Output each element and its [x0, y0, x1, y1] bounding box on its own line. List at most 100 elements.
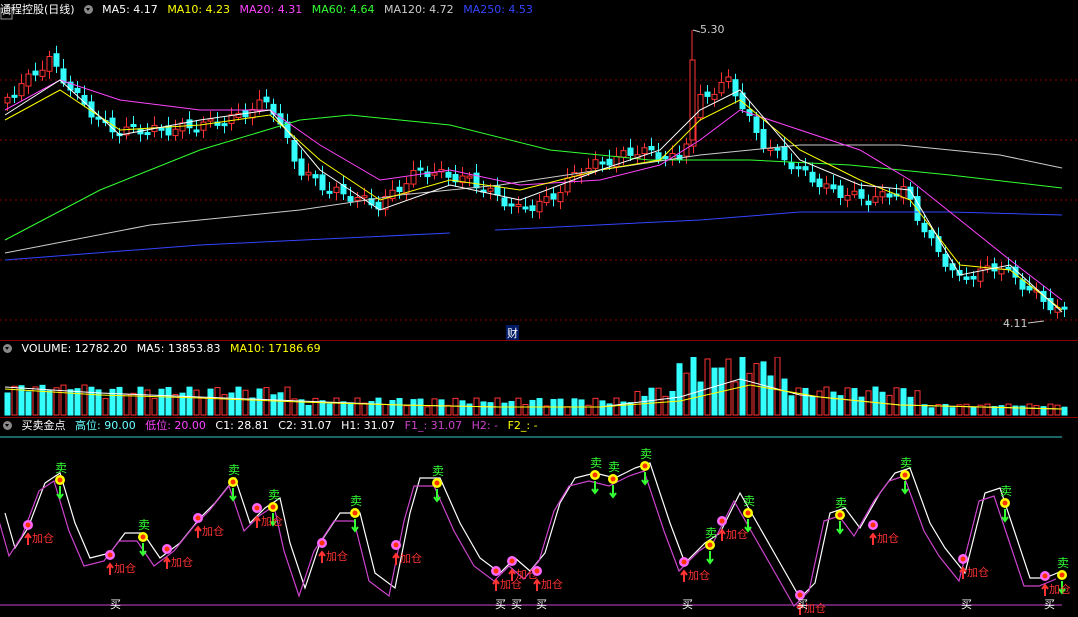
sell-signal-label: 卖	[743, 494, 755, 508]
volume-bar	[452, 397, 459, 416]
sell-signal-label: 卖	[835, 496, 847, 510]
candle-body	[298, 158, 305, 176]
volume-bar	[438, 399, 445, 416]
signal-dot-core	[140, 534, 146, 540]
signal-dot-core	[270, 504, 276, 510]
candle-body	[858, 189, 865, 199]
signal-dot-core	[393, 542, 399, 548]
volume-bar	[865, 390, 872, 416]
volume-chart[interactable]	[0, 357, 1078, 417]
candle-body	[879, 191, 886, 198]
indicator-menu-icon[interactable]	[3, 421, 12, 430]
low-pointer	[1027, 320, 1045, 324]
price-volume-separator	[0, 340, 1078, 341]
volume-label: VOLUME: 12782.20	[21, 342, 128, 355]
candle-body	[158, 127, 165, 131]
volume-bar	[144, 389, 151, 416]
volume-bar	[354, 397, 361, 416]
volume-bar	[193, 389, 200, 416]
signal-dot-core	[1002, 500, 1008, 506]
signal-dot-core	[1059, 572, 1065, 578]
candle-body	[1061, 306, 1068, 310]
add-arrow-icon	[253, 515, 261, 528]
signal-dot-core	[57, 477, 63, 483]
add-position-label: 加仓	[326, 549, 348, 563]
signal-dot-core	[230, 479, 236, 485]
volume-bar	[228, 392, 235, 416]
candle-body	[823, 183, 830, 189]
volume-bar	[872, 386, 879, 416]
signal-dot-core	[797, 592, 803, 598]
candle-body	[760, 129, 767, 149]
volume-bar	[445, 404, 452, 416]
signal-dot-core	[25, 522, 31, 528]
volume-bar	[914, 390, 921, 416]
volume-bar	[529, 399, 536, 416]
add-position-label: 加仓	[261, 514, 283, 528]
ma250-line	[4, 232, 451, 261]
add-arrow-icon	[1041, 583, 1049, 596]
candle-body	[74, 87, 81, 94]
buy-signal-label: 买	[495, 598, 506, 611]
indicator-low-label: 低位: 20.00	[145, 419, 206, 432]
candle-body	[970, 275, 977, 280]
candle-body	[774, 147, 781, 151]
maximize-icon[interactable]	[0, 7, 13, 20]
candle-body	[508, 203, 515, 207]
signal-dot-core	[870, 522, 876, 528]
volume-bar	[389, 399, 396, 416]
volume-menu-icon[interactable]	[3, 344, 12, 353]
add-position-label: 加仓	[1049, 582, 1071, 596]
candle-body	[466, 175, 473, 179]
indicator-header: 买卖金点 高位: 90.00 低位: 20.00 C1: 28.81 C2: 3…	[0, 419, 544, 433]
volume-bar	[200, 397, 207, 416]
sell-arrow-icon	[836, 521, 844, 535]
signal-dot-core	[592, 472, 598, 478]
finance-marker[interactable]: 财	[506, 325, 519, 341]
volume-bar	[886, 394, 893, 416]
volume-bar	[599, 400, 606, 416]
signal-dot-core	[745, 510, 751, 516]
volume-bar	[361, 402, 368, 416]
volume-bar	[949, 407, 956, 416]
candle-body	[207, 118, 214, 122]
signal-dot-core	[195, 515, 201, 521]
sell-signal-label: 卖	[705, 526, 717, 540]
sell-signal-label: 卖	[590, 456, 602, 470]
sell-arrow-icon	[229, 488, 237, 502]
add-arrow-icon	[194, 525, 202, 538]
ma250-line	[494, 211, 1063, 231]
volume-bar	[4, 392, 11, 416]
signal-dot-core	[493, 568, 499, 574]
indicator-f2-label: F2_: -	[507, 419, 538, 432]
candle-body	[333, 186, 340, 194]
candle-body	[522, 206, 529, 210]
volume-bar	[277, 392, 284, 416]
buy-sell-indicator-chart[interactable]: 卖卖卖卖 卖卖卖 卖卖卖卖 卖卖卖卖加仓加仓 加仓加仓加仓加仓 加仓加仓加仓加仓加仓加仓加…	[0, 433, 1078, 617]
sell-arrow-icon	[139, 543, 147, 557]
sell-signal-label: 卖	[350, 494, 362, 508]
price-indicator-menu-icon[interactable]	[83, 5, 93, 14]
candle-body	[186, 119, 193, 129]
volume-bar	[725, 358, 732, 416]
volume-bar	[487, 402, 494, 416]
add-position-label: 加仓	[202, 524, 224, 538]
indicator-c2-label: C2: 31.07	[278, 419, 332, 432]
candle-body	[648, 145, 655, 151]
volume-bar	[186, 386, 193, 416]
candlestick-chart[interactable]	[0, 20, 1078, 340]
candle-body	[795, 166, 802, 170]
price-low-label: 4.11	[1003, 317, 1028, 330]
volume-bar	[1040, 406, 1047, 416]
candle-body	[564, 177, 571, 193]
ma20-label: MA20: 4.31	[239, 3, 303, 16]
volume-bar	[326, 403, 333, 416]
volume-bar	[263, 387, 270, 416]
sell-arrow-icon	[641, 472, 649, 486]
candle-body	[53, 53, 60, 67]
volume-bar	[424, 406, 431, 416]
add-arrow-icon	[533, 578, 541, 591]
candle-body	[529, 205, 536, 211]
volume-bar	[809, 396, 816, 416]
volume-bar	[11, 385, 18, 416]
